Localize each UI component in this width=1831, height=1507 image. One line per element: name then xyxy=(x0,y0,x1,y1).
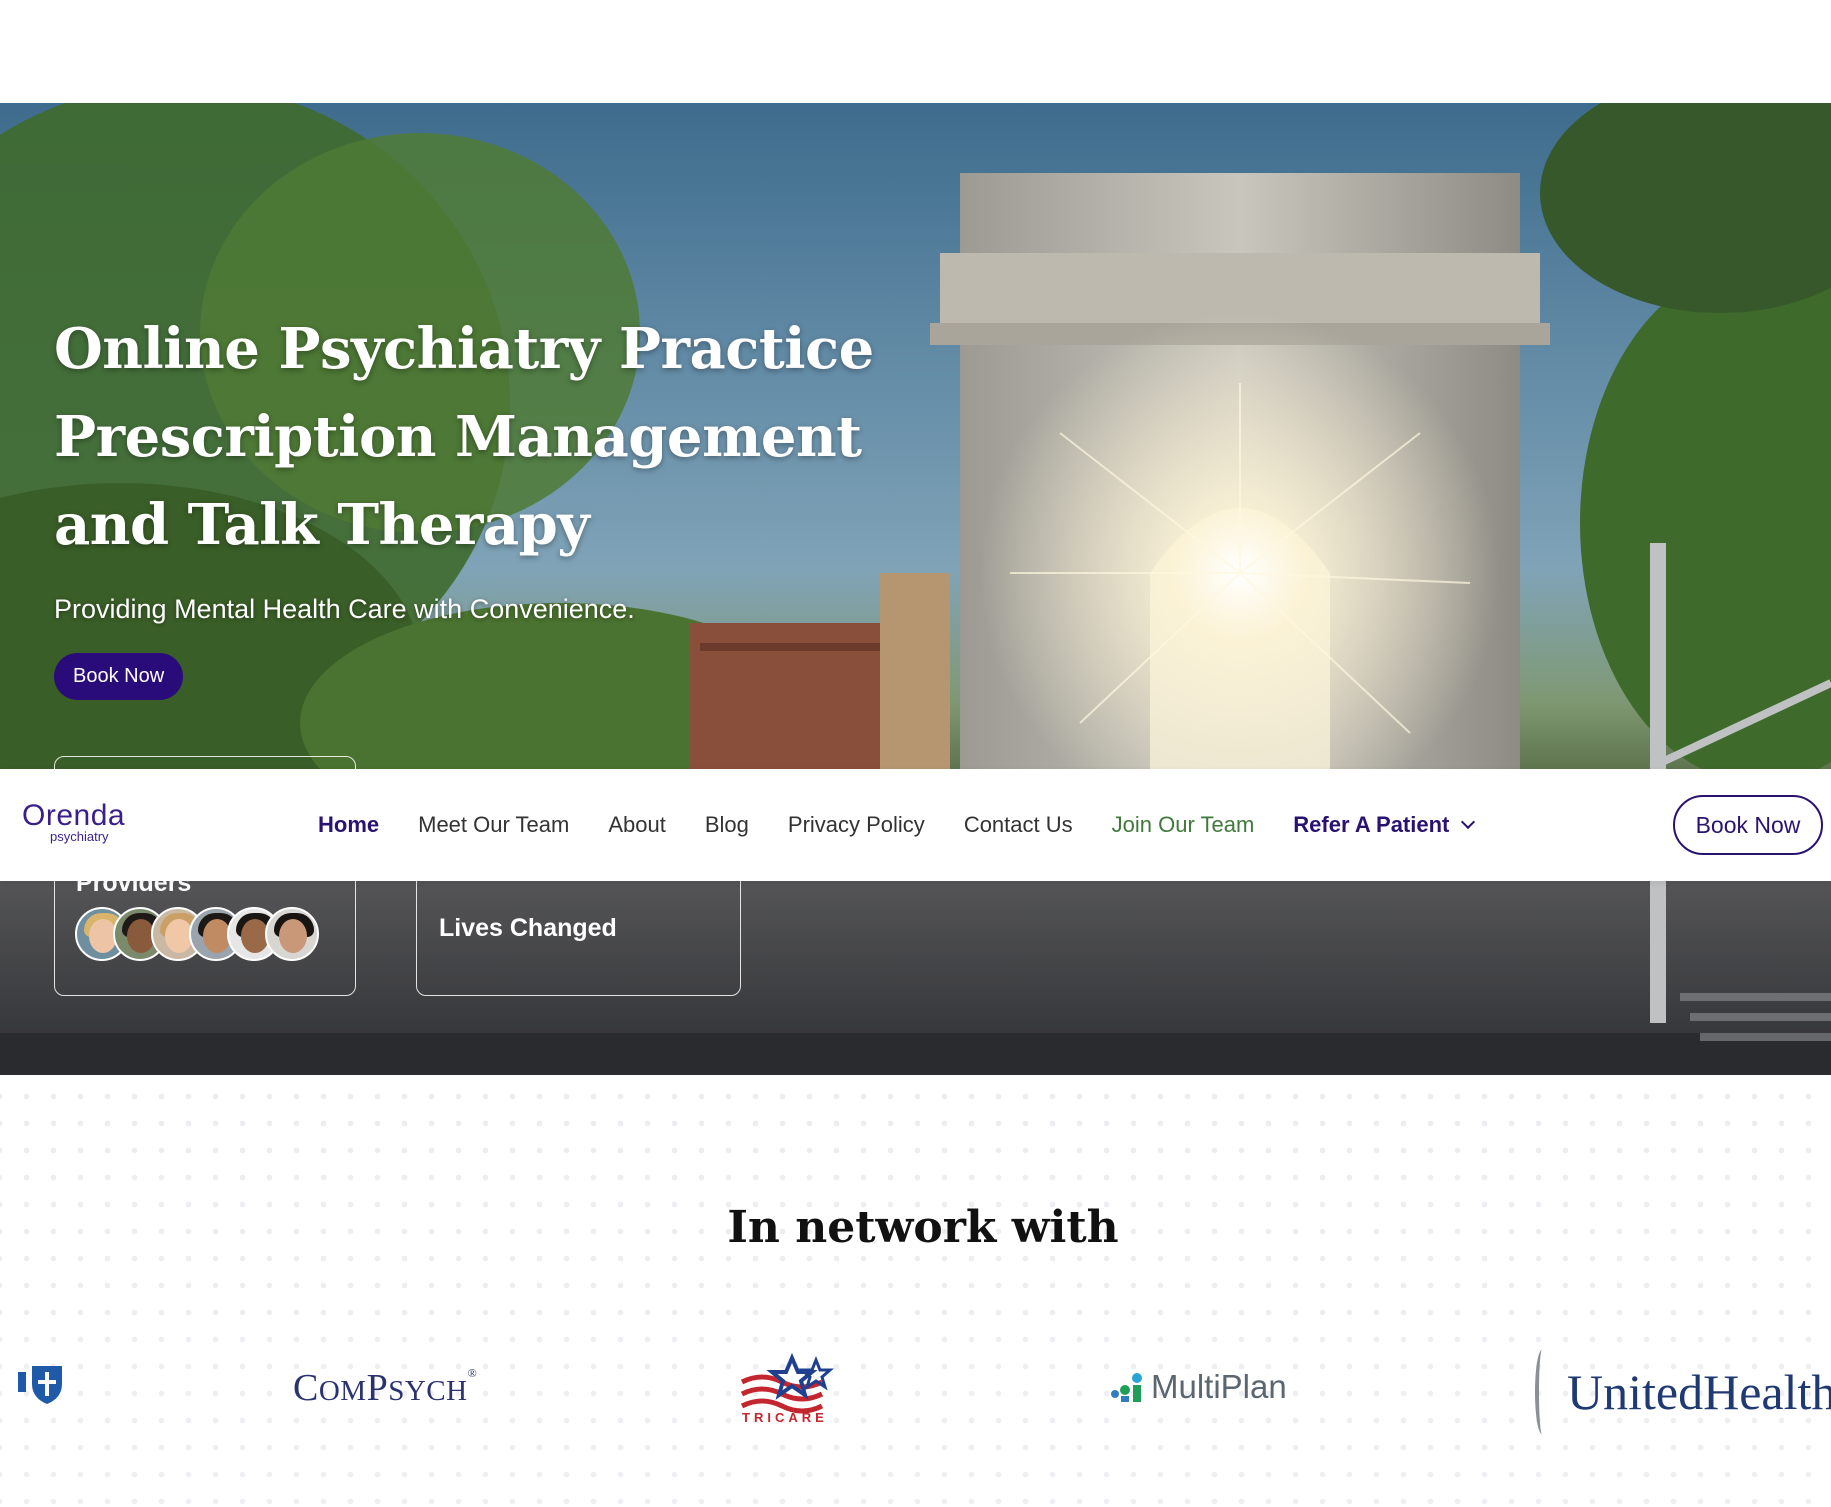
orenda-logo[interactable]: Orenda psychiatry xyxy=(22,799,152,849)
multiplan-mark-icon xyxy=(1107,1370,1149,1404)
nav-link-meet-our-team[interactable]: Meet Our Team xyxy=(418,812,569,838)
nav-link-contact-us[interactable]: Contact Us xyxy=(964,812,1073,838)
hero-title: Online Psychiatry Practice Prescription … xyxy=(54,305,954,569)
sticky-navigation-bar: Orenda psychiatry Home Meet Our Team Abo… xyxy=(0,769,1831,881)
hero-subtitle: Providing Mental Health Care with Conven… xyxy=(54,594,635,624)
hero-title-line-2: Prescription Management xyxy=(54,404,862,470)
hero-title-line-1: Online Psychiatry Practice xyxy=(54,316,874,382)
lives-changed-label: Lives Changed xyxy=(439,914,617,942)
chevron-down-icon xyxy=(1461,814,1476,830)
multiplan-wordmark: MultiPlan xyxy=(1151,1368,1287,1405)
insurance-logos-carousel: COMPSYCH® TRICARE MultiPlan UnitedHealth… xyxy=(0,1350,1831,1450)
refer-a-patient-label: Refer A Patient xyxy=(1293,812,1450,837)
hero-book-now-button[interactable]: Book Now xyxy=(54,653,184,700)
uhc-mark-icon xyxy=(1535,1350,1549,1434)
hero-banner: Online Psychiatry Practice Prescription … xyxy=(0,103,1831,1075)
bcbs-logo xyxy=(18,1366,62,1404)
nav-links: Home Meet Our Team About Blog Privacy Po… xyxy=(318,769,1512,881)
uhc-wordmark: UnitedHealthc xyxy=(1567,1364,1831,1420)
nav-link-privacy-policy[interactable]: Privacy Policy xyxy=(788,812,925,838)
avatar xyxy=(265,907,319,961)
hero-text-block: Online Psychiatry Practice Prescription … xyxy=(54,305,954,700)
nav-link-home[interactable]: Home xyxy=(318,812,379,838)
lives-changed-card: Lives Changed xyxy=(416,863,741,996)
nav-link-about[interactable]: About xyxy=(608,812,666,838)
provider-avatars xyxy=(75,907,319,961)
logo-wordmark: Orenda xyxy=(22,799,126,832)
unitedhealthcare-logo: UnitedHealthc xyxy=(1535,1350,1831,1434)
nav-link-join-our-team[interactable]: Join Our Team xyxy=(1112,812,1255,838)
logo-tagline: psychiatry xyxy=(50,829,109,844)
multiplan-logo: MultiPlan xyxy=(1107,1368,1287,1406)
nav-link-blog[interactable]: Blog xyxy=(705,812,749,838)
nav-link-refer-a-patient[interactable]: Refer A Patient xyxy=(1293,812,1476,838)
in-network-title: In network with xyxy=(727,1202,1119,1253)
hero-title-line-3: and Talk Therapy xyxy=(54,492,590,558)
in-network-section: In network with COMPSYCH® TRICARE MultiP… xyxy=(0,1075,1831,1507)
tricare-wordmark: TRICARE xyxy=(742,1410,828,1425)
nav-book-now-button[interactable]: Book Now xyxy=(1673,795,1823,855)
compsych-logo: COMPSYCH® xyxy=(293,1366,478,1409)
